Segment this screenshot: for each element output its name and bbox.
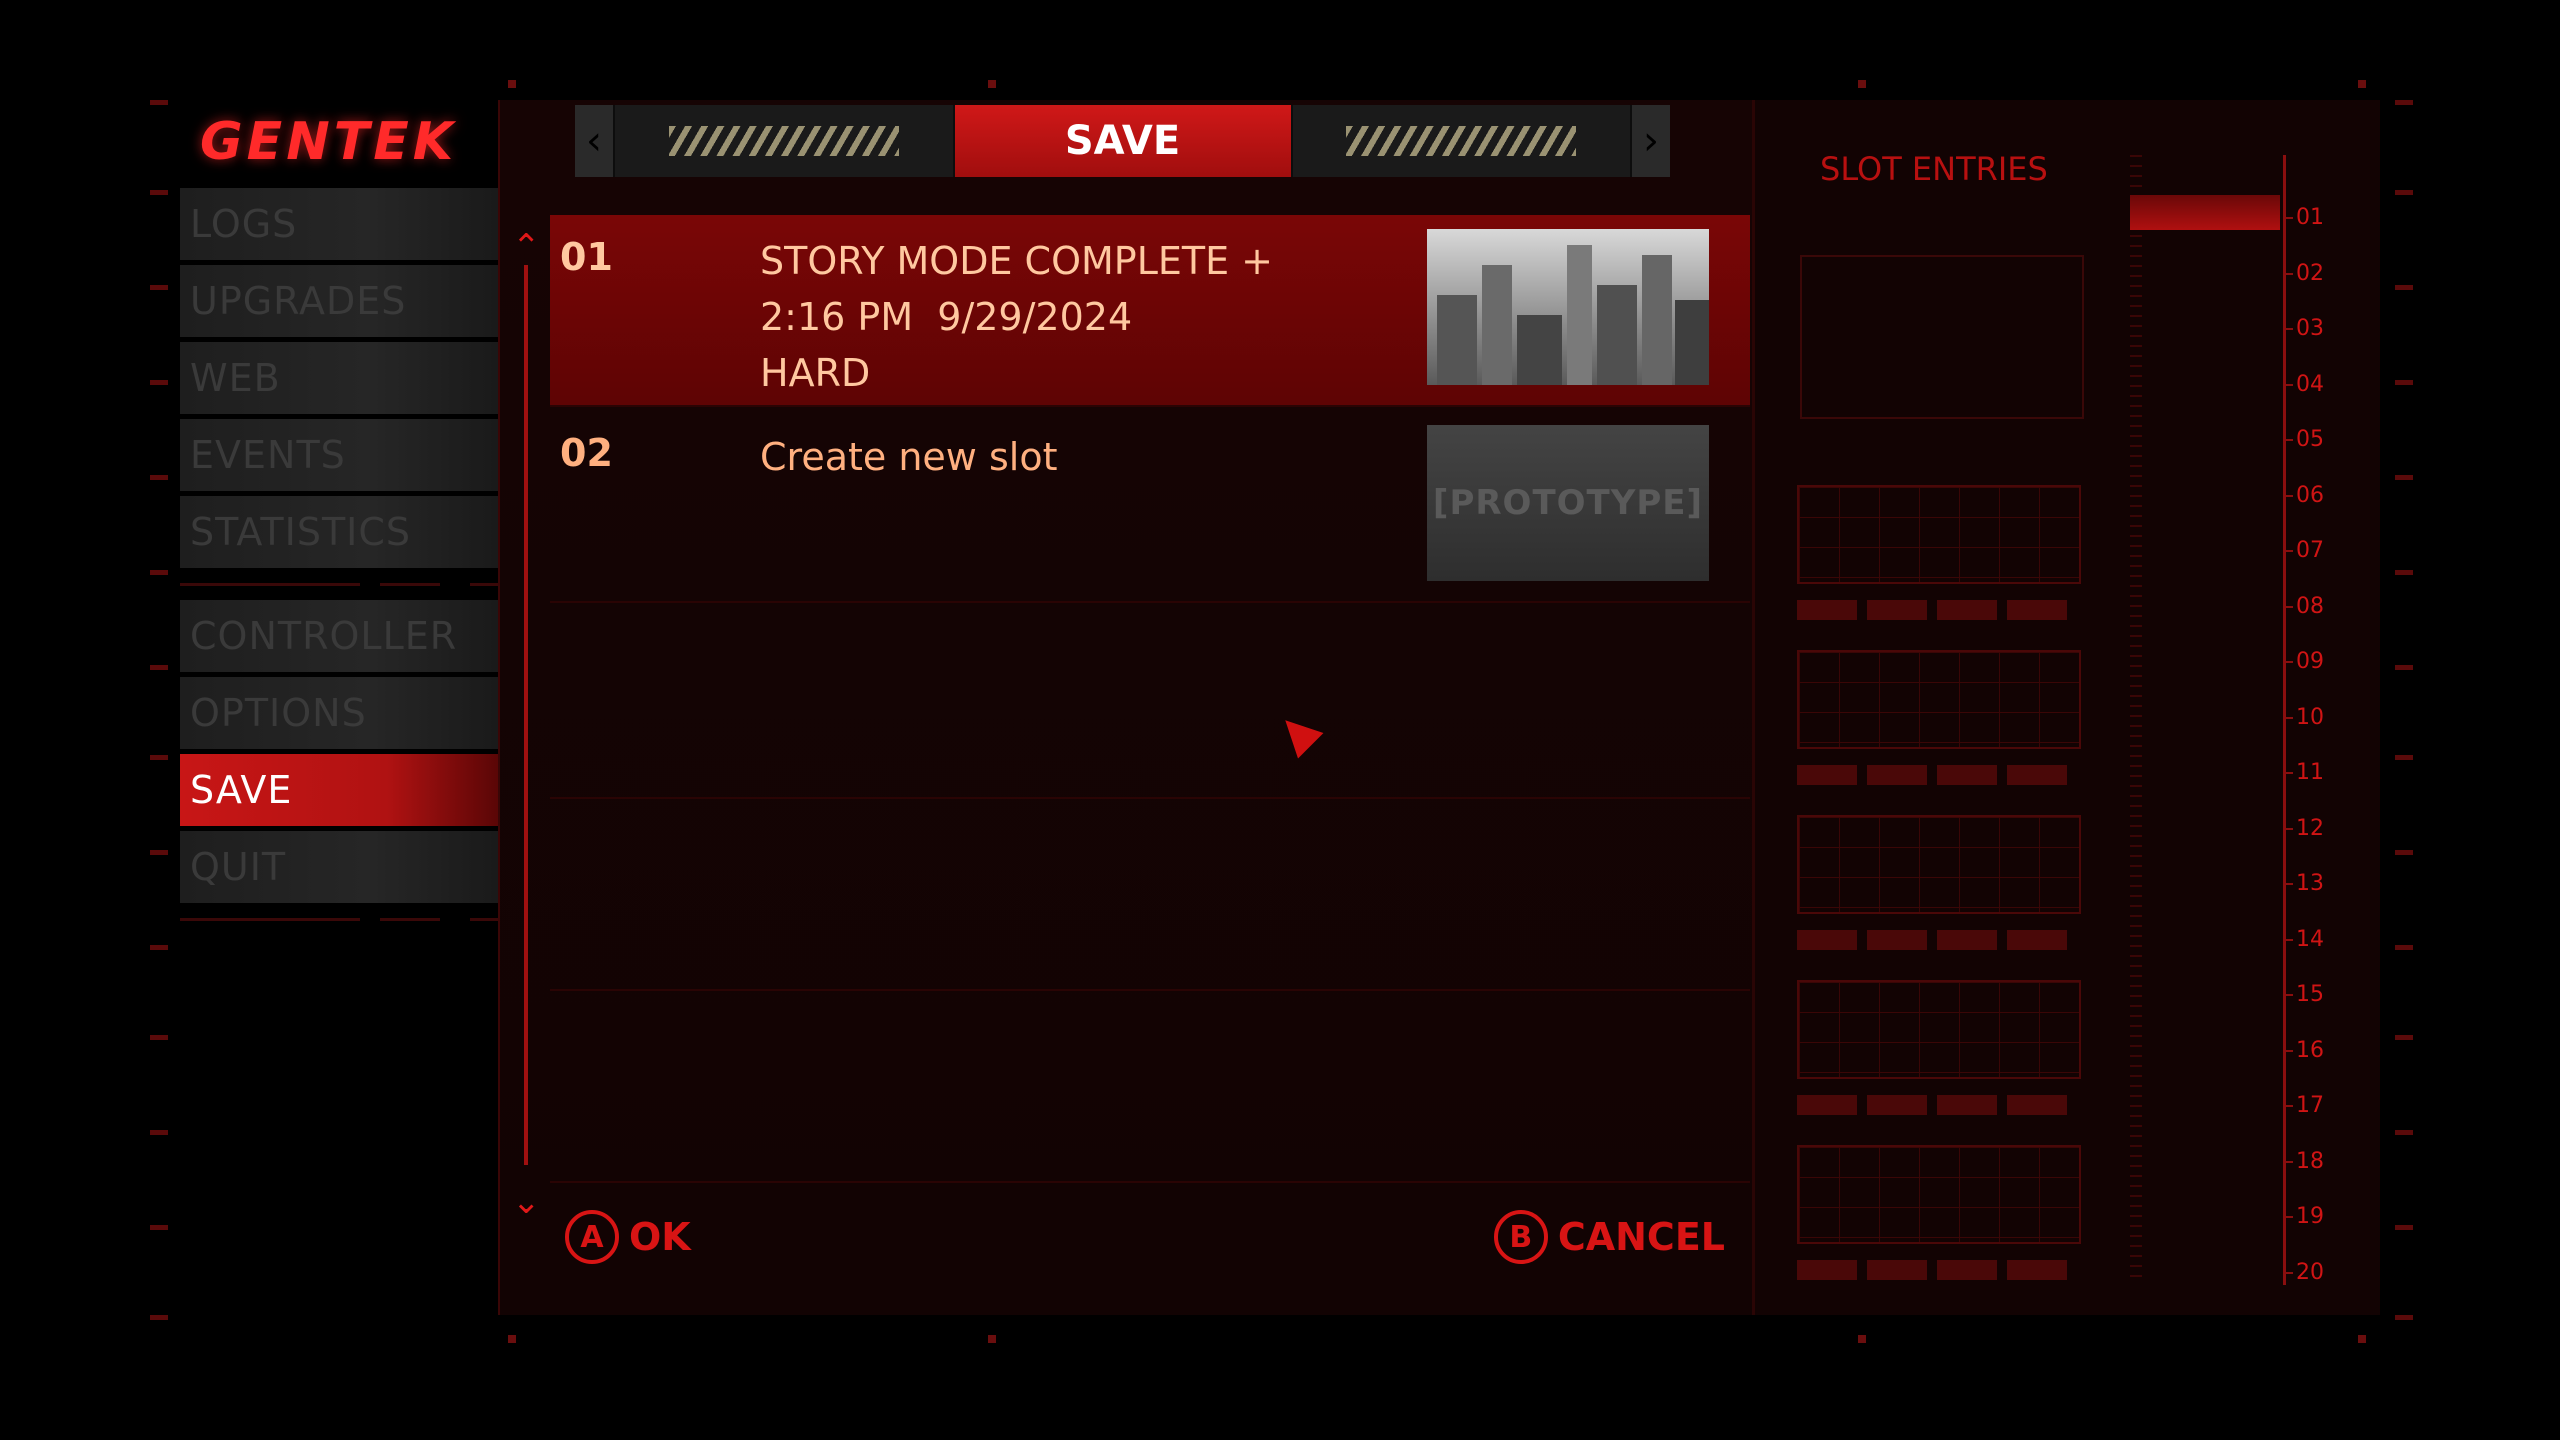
- slot-details: STORY MODE COMPLETE + 2:16 PM 9/29/2024 …: [760, 233, 1273, 401]
- slot-details: Create new slot: [760, 429, 1057, 485]
- ruler-graphic: [2130, 155, 2142, 1280]
- tab-save[interactable]: SAVE: [954, 105, 1291, 177]
- mini-graph: [1797, 815, 2081, 914]
- hazard-stripes: [1346, 126, 1577, 156]
- slot-timestamp: 2:16 PM 9/29/2024: [760, 295, 1133, 339]
- empty-slot-row: [550, 799, 1750, 991]
- slot-title: STORY MODE COMPLETE +: [760, 239, 1274, 283]
- scroll-line: [524, 265, 528, 1165]
- slot-title: Create new slot: [760, 435, 1058, 479]
- scale-label: 12: [2283, 815, 2324, 841]
- button-prompts: A OK B CANCEL: [565, 1210, 1725, 1280]
- scale-label: 18: [2283, 1148, 2324, 1174]
- menu-item-quit[interactable]: QUIT: [180, 831, 498, 903]
- slot-difficulty: HARD: [760, 351, 871, 395]
- slot-entries-panel: SLOT ENTRIES 01 02 03 04 05 06 07 08 09 10 11 12 13 1…: [1752, 100, 2380, 1315]
- slot-thumbnail-city: [1427, 229, 1709, 385]
- mini-bar: [1797, 1095, 2077, 1115]
- scale-label: 05: [2283, 427, 2324, 452]
- scale-label: 03: [2283, 316, 2324, 341]
- scale-label: 08: [2283, 593, 2324, 619]
- ok-label: OK: [629, 1215, 691, 1259]
- cancel-button[interactable]: B CANCEL: [1493, 1210, 1725, 1264]
- save-panel: ‹ SAVE › ⌃ ⌄ 01 STORY MODE COMPLETE + 2:…: [498, 100, 1754, 1315]
- empty-slot-row: [550, 991, 1750, 1183]
- slot-number: 02: [560, 431, 613, 475]
- a-button-icon: A: [565, 1210, 619, 1264]
- scale-label: 14: [2283, 926, 2324, 952]
- tab-bar: ‹ SAVE ›: [575, 105, 1670, 177]
- mini-bar: [1797, 1260, 2077, 1280]
- scrollbar[interactable]: ⌃ ⌄: [512, 230, 541, 1230]
- mini-document-graphic: [1800, 255, 2084, 419]
- menu-item-events[interactable]: EVENTS: [180, 419, 498, 491]
- scale-label: 20: [2283, 1259, 2324, 1285]
- scale-label: 10: [2283, 704, 2324, 730]
- scale-label: 19: [2283, 1204, 2324, 1229]
- b-button-icon: B: [1493, 1210, 1548, 1264]
- slot-position-indicator: [2130, 195, 2280, 230]
- menu-list: LOGS UPGRADES WEB EVENTS STATISTICS CONT…: [180, 188, 498, 935]
- menu-divider: [180, 908, 498, 930]
- mini-bar: [1797, 765, 2077, 785]
- save-slot-01[interactable]: 01 STORY MODE COMPLETE + 2:16 PM 9/29/20…: [550, 215, 1750, 407]
- mini-graph: [1797, 980, 2081, 1079]
- scale-label: 13: [2283, 871, 2324, 896]
- scroll-down-icon[interactable]: ⌄: [512, 1185, 541, 1219]
- scale-label: 04: [2283, 371, 2324, 397]
- menu-item-options[interactable]: OPTIONS: [180, 677, 498, 749]
- scale-label: 02: [2283, 260, 2324, 286]
- scale-label: 07: [2283, 538, 2324, 563]
- scale-label: 06: [2283, 482, 2324, 508]
- scale-label: 17: [2283, 1093, 2324, 1118]
- save-slot-02[interactable]: 02 Create new slot [PROTOTYPE]: [550, 411, 1750, 603]
- scroll-up-icon[interactable]: ⌃: [512, 230, 541, 264]
- panel-title: SLOT ENTRIES: [1820, 150, 2048, 188]
- tab-next[interactable]: [1292, 105, 1630, 177]
- menu-item-logs[interactable]: LOGS: [180, 188, 498, 260]
- scale-label: 09: [2283, 649, 2324, 674]
- tab-prev[interactable]: [615, 105, 953, 177]
- tab-next-arrow-icon[interactable]: ›: [1632, 105, 1670, 177]
- mini-bar: [1797, 600, 2077, 620]
- menu-item-save[interactable]: SAVE: [180, 754, 498, 826]
- menu-divider: [180, 573, 498, 595]
- scale-label: 11: [2283, 760, 2324, 785]
- menu-item-web[interactable]: WEB: [180, 342, 498, 414]
- scale-label: 16: [2283, 1037, 2324, 1063]
- scale-label: 15: [2283, 982, 2324, 1007]
- mini-graph: [1797, 650, 2081, 749]
- slot-thumbnail-prototype: [PROTOTYPE]: [1427, 425, 1709, 581]
- ok-button[interactable]: A OK: [565, 1210, 691, 1264]
- hazard-stripes: [668, 126, 899, 156]
- menu-item-upgrades[interactable]: UPGRADES: [180, 265, 498, 337]
- mini-graph: [1797, 1145, 2081, 1244]
- menu-item-statistics[interactable]: STATISTICS: [180, 496, 498, 568]
- mini-graph: [1797, 485, 2081, 584]
- menu-item-controller[interactable]: CONTROLLER: [180, 600, 498, 672]
- side-menu: GENTEK LOGS UPGRADES WEB EVENTS STATISTI…: [180, 100, 498, 1315]
- empty-slot-row: [550, 607, 1750, 799]
- gentek-logo: GENTEK: [200, 112, 458, 172]
- cancel-label: CANCEL: [1557, 1215, 1725, 1259]
- slot-scale: 01 02 03 04 05 06 07 08 09 10 11 12 13 14 15 16 17 18 19 20: [2283, 155, 2366, 1285]
- mini-bar: [1797, 930, 2077, 950]
- slot-list: 01 STORY MODE COMPLETE + 2:16 PM 9/29/20…: [550, 215, 1750, 1183]
- tab-prev-arrow-icon[interactable]: ‹: [575, 105, 613, 177]
- scale-label: 01: [2283, 205, 2324, 230]
- slot-number: 01: [560, 235, 613, 279]
